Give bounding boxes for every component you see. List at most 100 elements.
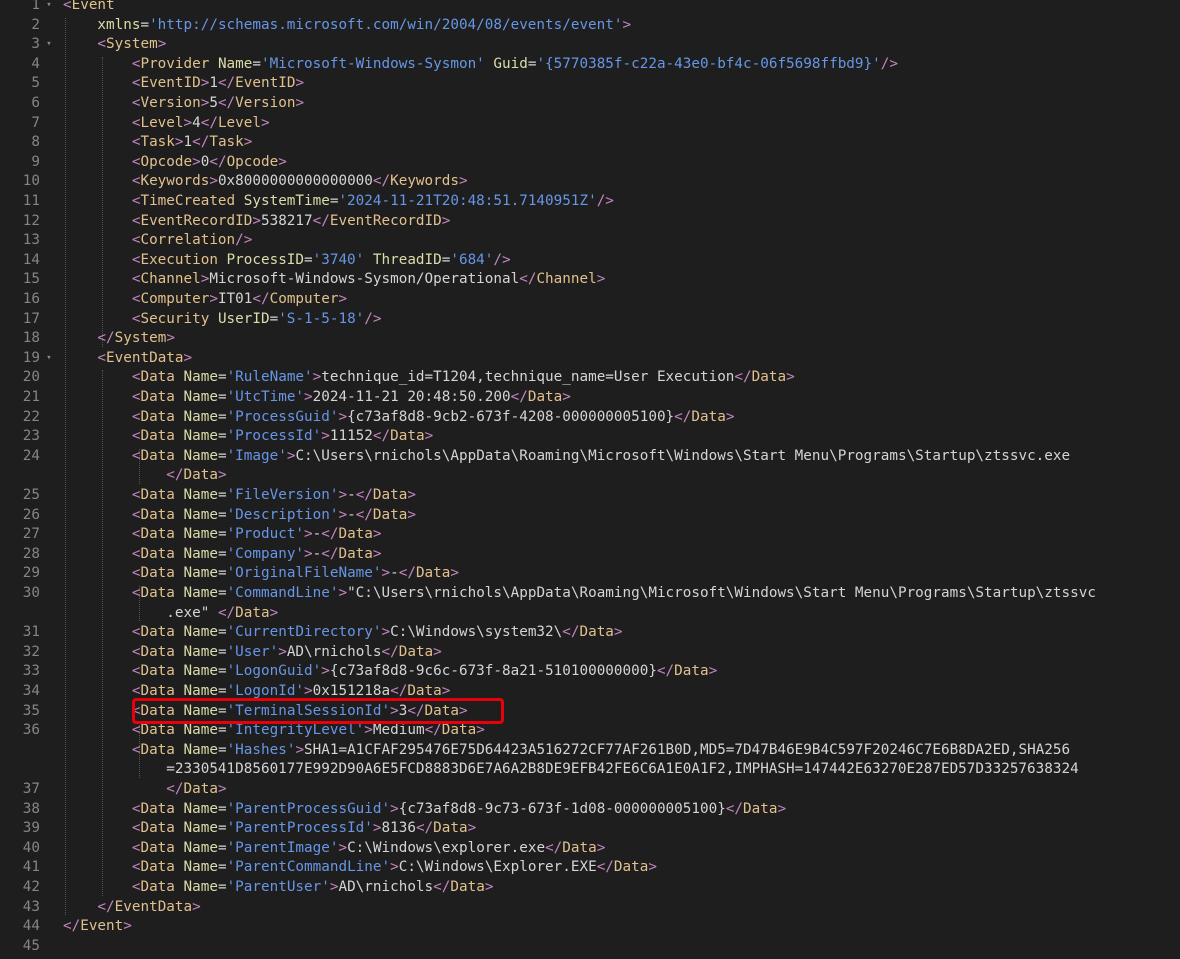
token-tag: >: [278, 643, 287, 660]
token-attr: Name: [183, 565, 218, 582]
token-tag: </: [372, 428, 391, 445]
token-punct: =: [252, 55, 261, 72]
token-tag: <: [63, 487, 141, 503]
token-str: 'LogonGuid': [226, 663, 322, 680]
token-attr: Name: [183, 408, 218, 425]
code-line: <Version>5</Version>: [63, 94, 304, 114]
token-elem: Data: [441, 722, 477, 739]
token-elem: Data: [140, 447, 184, 464]
token-elem: Keywords: [390, 173, 459, 190]
token-tag: <: [63, 839, 141, 856]
token-elem: Data: [140, 526, 184, 543]
token-punct: =: [217, 447, 227, 464]
token-str: 'ParentProcessId': [226, 820, 373, 837]
code-line: <Keywords>0x8000000000000000</Keywords>: [63, 172, 468, 192]
token-text: -: [347, 506, 356, 523]
code-line: xmlns='http://schemas.microsoft.com/win/…: [63, 16, 631, 36]
token-elem: Data: [674, 663, 709, 680]
token-punct: =: [217, 506, 227, 523]
code-line: <Level>4</Level>: [63, 114, 270, 134]
token-attr: UserID: [217, 310, 270, 327]
line-number: 18: [22, 330, 40, 347]
line-number: 40: [22, 839, 40, 856]
token-tag: <: [63, 702, 141, 719]
token-str: '3740': [312, 251, 365, 268]
chevron-down-icon[interactable]: ▾: [45, 35, 53, 55]
token-elem: Data: [140, 428, 184, 445]
token-tag: >: [321, 663, 330, 680]
token-punct: =: [217, 389, 227, 405]
token-text: Microsoft-Windows-Sysmon/Operational: [209, 271, 520, 288]
token-tag: >: [381, 565, 391, 582]
token-tag: <: [63, 134, 141, 151]
token-str: 'Microsoft-Windows-Sysmon': [260, 55, 485, 72]
token-text: C:\Windows\Explorer.EXE: [398, 859, 597, 876]
line-number: 5: [31, 75, 40, 92]
code-line: <Data Name='TerminalSessionId'>3</Data>: [63, 702, 468, 722]
token-tag: >: [407, 506, 416, 523]
code-line: <Data Name='ProcessId'>11152</Data>: [63, 427, 433, 447]
code-line: <Data Name='ParentCommandLine'>C:\Window…: [63, 858, 657, 878]
token-str: 'ParentImage': [226, 839, 339, 856]
token-tag: >: [407, 487, 416, 503]
token-text: -: [347, 487, 356, 503]
token-tag: >: [562, 389, 571, 405]
token-text: C:\Windows\system32\: [390, 624, 563, 641]
token-tag: >: [372, 545, 382, 562]
token-tag: >: [338, 408, 348, 425]
token-tag: >: [209, 291, 218, 307]
token-punct: =: [217, 702, 227, 719]
token-str: 'http://schemas.microsoft.com/win/2004/0…: [149, 16, 623, 33]
line-number: 3: [31, 36, 40, 53]
token-tag: <: [63, 722, 141, 739]
token-tag: </: [415, 820, 434, 837]
token-elem: Data: [372, 506, 408, 523]
token-elem: Data: [140, 702, 184, 719]
token-text: 0x151218a: [312, 683, 391, 699]
token-elem: Data: [140, 879, 184, 895]
token-tag: <: [63, 408, 141, 425]
token-tag: <: [63, 173, 141, 190]
token-punct: =: [217, 428, 227, 445]
token-elem: TimeCreated: [140, 193, 244, 209]
token-tag: </: [433, 879, 451, 895]
token-tag: >: [261, 114, 270, 131]
token-tag: </: [725, 800, 744, 817]
token-attr: Name: [183, 879, 218, 895]
chevron-down-icon[interactable]: ▾: [45, 0, 53, 16]
token-tag: >: [312, 369, 322, 386]
token-tag: <: [63, 859, 141, 876]
line-number: 35: [22, 702, 40, 719]
token-str: 'FileVersion': [226, 487, 339, 503]
token-tag: <: [63, 447, 141, 464]
line-number: 41: [22, 859, 40, 876]
code-line: <Data Name='ProcessGuid'>{c73af8d8-9cb2-…: [63, 408, 735, 428]
line-number: 9: [31, 153, 40, 170]
token-attr: Name: [183, 859, 218, 876]
token-elem: EventID: [235, 75, 296, 92]
token-elem: Data: [235, 604, 270, 621]
token-punct: =: [217, 643, 227, 660]
token-attr: Name: [183, 585, 218, 601]
token-tag: >: [338, 585, 348, 601]
token-elem: EventData: [106, 349, 184, 366]
code-line: <Data Name='Description'>-</Data>: [63, 506, 416, 526]
code-editor[interactable]: 1 ▾ 2 3 ▾ 4 5 6 7 8 9 10 11 12 13 14 15 16 17 18 19 ▾ 20 21 22 23…: [0, 0, 1180, 959]
token-tag: >: [338, 291, 348, 307]
token-tag: </: [63, 467, 184, 484]
token-tag: <: [63, 369, 141, 386]
code-line: <Data Name='User'>AD\rnichols</Data>: [63, 643, 442, 663]
token-tag: >: [381, 624, 391, 641]
token-text: .exe": [63, 604, 218, 621]
code-line: </System>: [63, 329, 175, 349]
token-tag: />: [493, 251, 511, 268]
token-text: AD\rnichols: [286, 643, 382, 660]
chevron-down-icon[interactable]: ▾: [45, 349, 53, 369]
token-tag: </: [192, 134, 210, 151]
token-punct: =: [217, 683, 227, 699]
token-attr: Name: [183, 447, 218, 464]
token-tag: <: [63, 95, 141, 111]
token-attr: Guid: [484, 55, 528, 72]
code-line: <Data Name='OriginalFileName'>-</Data>: [63, 564, 459, 584]
token-text: technique_id=T1204,technique_name=User E…: [321, 369, 735, 386]
